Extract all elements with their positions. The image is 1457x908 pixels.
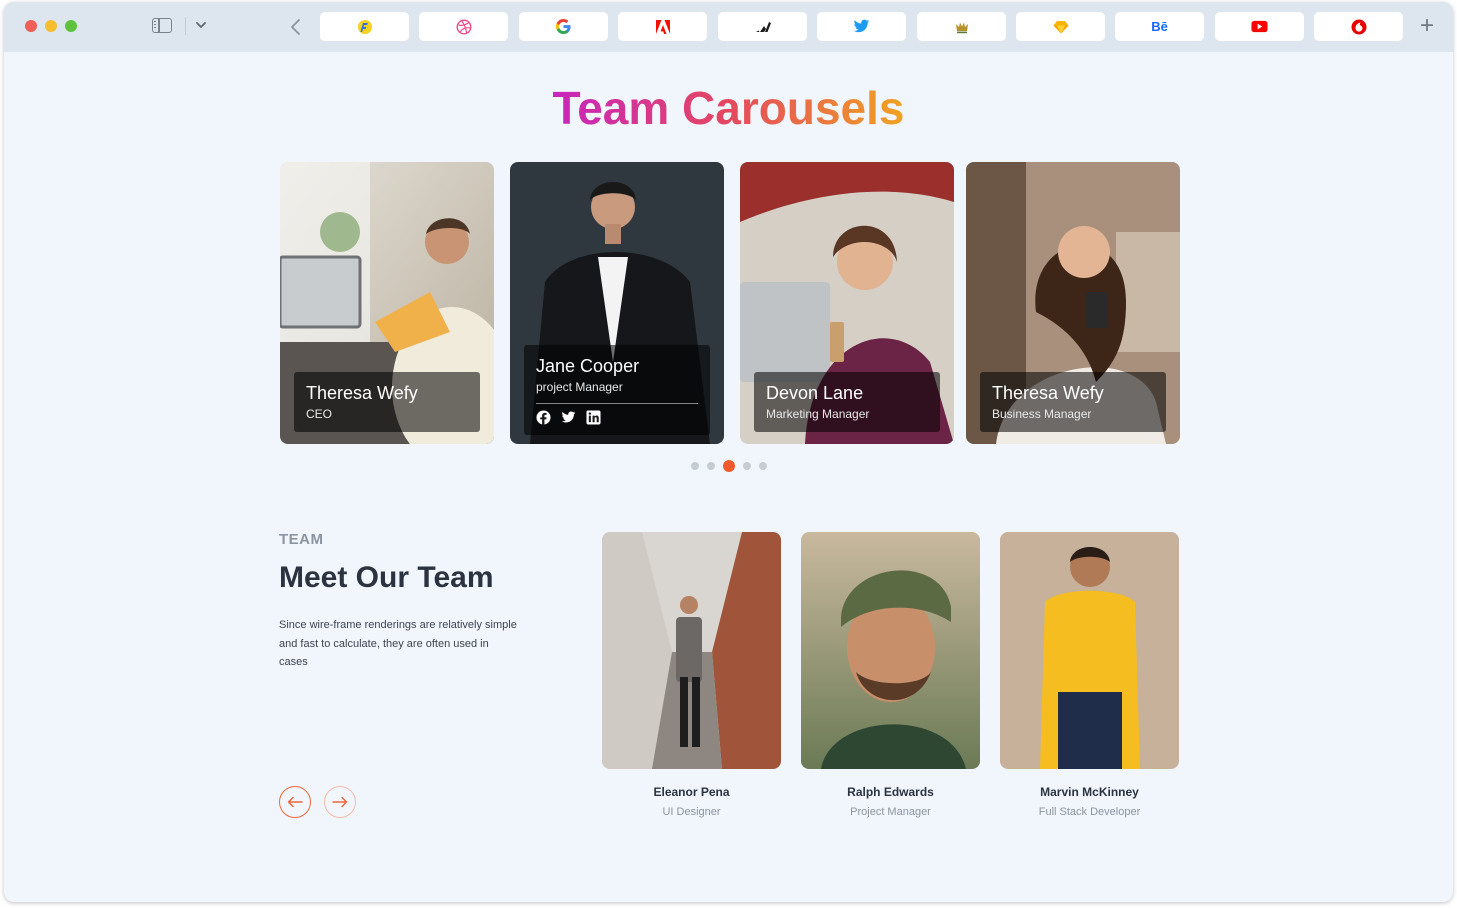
section-title: Meet Our Team [279,561,494,594]
previous-button[interactable] [279,786,311,818]
card-info: Theresa Wefy Business Manager [980,372,1166,432]
sketch-icon [1053,20,1068,33]
linkedin-icon[interactable] [586,410,601,425]
tab-vodafone[interactable] [1314,12,1403,41]
adidas-icon [755,21,771,32]
zoom-window-button[interactable] [65,20,77,32]
member-role: Full Stack Developer [1038,806,1141,818]
facebook-icon[interactable] [536,410,551,425]
arrow-left-icon [287,796,303,808]
tab-adobe[interactable] [618,12,707,41]
pagination-dot[interactable] [742,462,751,470]
carousel-card[interactable]: Theresa Wefy Business Manager [966,162,1180,444]
carousel-pagination [4,460,1453,472]
card-name: Theresa Wefy [306,383,418,403]
vodafone-icon [1351,19,1366,34]
tab-flipkart[interactable] [320,12,409,41]
card-role: CEO [306,407,333,421]
card-role: project Manager [536,380,623,394]
member-name: Marvin McKinney [1040,785,1139,799]
member-role: UI Designer [662,806,721,818]
tab-adidas[interactable] [718,12,807,41]
close-window-button[interactable] [25,20,37,32]
pagination-dot-active[interactable] [722,460,735,472]
card-info: Jane Cooper project Manager [524,345,710,435]
carousel-card[interactable]: Devon Lane Marketing Manager [740,162,954,444]
social-links [536,403,698,425]
chevron-down-icon[interactable] [194,18,208,32]
next-button[interactable] [324,786,356,818]
card-name: Jane Cooper [536,356,640,376]
adobe-icon [655,19,670,34]
new-tab-icon[interactable]: + [1417,14,1437,38]
carousel-card[interactable]: Jane Cooper project Manager [510,162,724,444]
pagination-dot[interactable] [690,462,699,470]
youtube-icon [1251,20,1268,33]
rolex-icon [955,22,968,33]
member-photo[interactable] [801,532,980,769]
tab-youtube[interactable] [1215,12,1304,41]
dribbble-icon [455,18,472,35]
section-eyebrow: TEAM [279,531,324,548]
member-role: Project Manager [850,806,931,818]
sidebar-toggle-icon[interactable] [152,18,172,33]
browser-window: Bē + Team Carousels Theresa Wefy CEO Jan… [4,2,1453,902]
member-name: Ralph Edwards [847,785,934,799]
card-info: Devon Lane Marketing Manager [754,372,940,432]
behance-icon: Bē [1151,19,1168,34]
page-title: Team Carousels [552,82,905,134]
card-name: Theresa Wefy [992,383,1104,403]
member-photo[interactable] [602,532,781,769]
twitter-icon [853,19,870,33]
member-name: Eleanor Pena [653,785,730,799]
card-name: Devon Lane [766,383,864,403]
tab-rolex[interactable] [917,12,1006,41]
toolbar-divider [185,17,186,35]
carousel-card[interactable]: Theresa Wefy CEO [280,162,494,444]
tab-sketch[interactable] [1016,12,1105,41]
tab-behance[interactable]: Bē [1115,12,1204,41]
twitter-icon[interactable] [561,410,576,425]
back-arrow-icon[interactable] [286,15,306,39]
card-role: Marketing Manager [766,407,870,421]
card-info: Theresa Wefy CEO [294,372,480,432]
tab-dribbble[interactable] [419,12,508,41]
google-icon [555,18,571,35]
flipkart-icon [357,19,372,34]
arrow-right-icon [332,796,348,808]
tab-twitter[interactable] [817,12,906,41]
member-photo[interactable] [1000,532,1179,769]
browser-toolbar: Bē + [4,2,1453,52]
card-role: Business Manager [992,407,1092,421]
tab-google[interactable] [519,12,608,41]
section-description: Since wire-frame renderings are relative… [279,619,517,668]
pagination-dot[interactable] [706,462,715,470]
pagination-dot[interactable] [758,462,767,470]
minimize-window-button[interactable] [45,20,57,32]
